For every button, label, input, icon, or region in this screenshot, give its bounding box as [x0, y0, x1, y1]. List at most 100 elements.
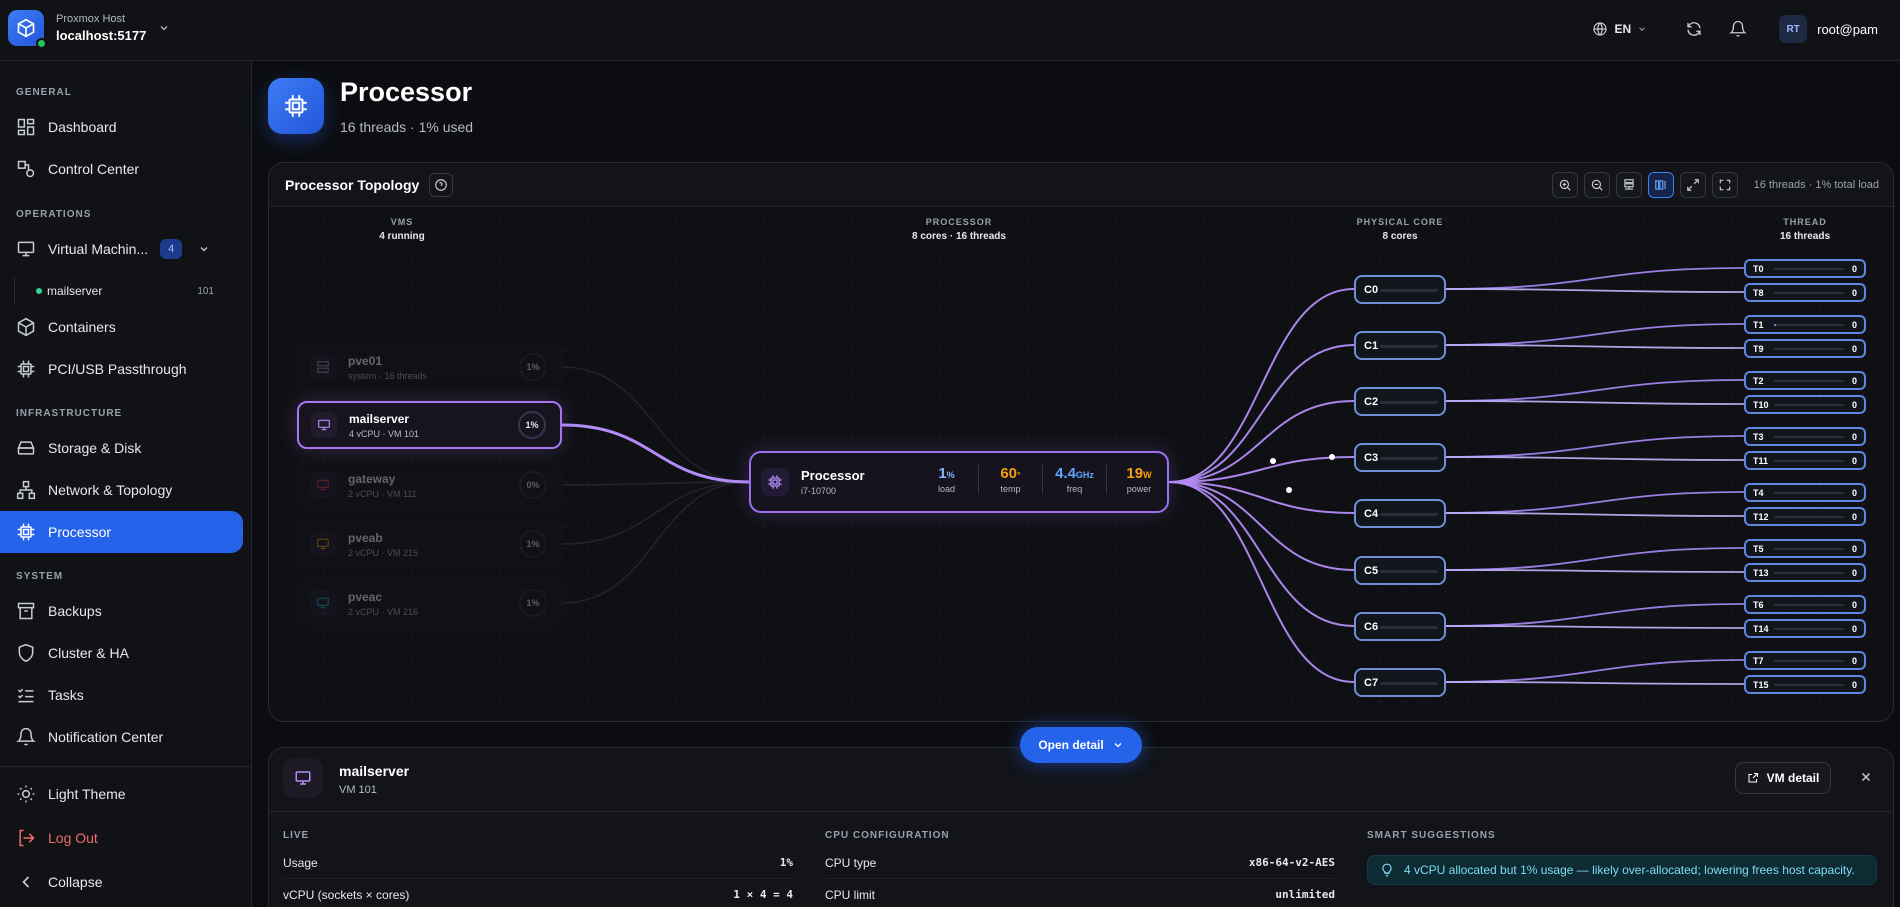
sidebar-item-cluster[interactable]: Cluster & HA — [0, 632, 244, 674]
sidebar-item-dashboard[interactable]: Dashboard — [0, 106, 244, 148]
core-node-c1[interactable]: C1 — [1354, 331, 1446, 360]
sidebar-item-processor[interactable]: Processor — [0, 511, 243, 553]
core-load-bar — [1380, 513, 1438, 516]
vm-detail-button[interactable]: VM detail — [1735, 762, 1831, 794]
sidebar-item-storage[interactable]: Storage & Disk — [0, 427, 244, 469]
thread-node-t6[interactable]: T6 0 — [1744, 595, 1866, 614]
core-label: C5 — [1364, 564, 1379, 577]
column-subtitle: 8 cores · 16 threads — [912, 231, 1006, 242]
subitem-label: mailserver — [47, 284, 103, 298]
close-icon — [1861, 772, 1871, 782]
core-node-c2[interactable]: C2 — [1354, 387, 1446, 416]
core-node-c3[interactable]: C3 — [1354, 443, 1446, 472]
close-detail-button[interactable] — [1859, 770, 1873, 787]
sidebar-item-control-center[interactable]: Control Center — [0, 148, 244, 190]
section-system: SYSTEM — [16, 571, 64, 582]
core-node-c4[interactable]: C4 — [1354, 499, 1446, 528]
sidebar-item-label: PCI/USB Passthrough — [48, 361, 187, 377]
core-node-c6[interactable]: C6 — [1354, 612, 1446, 641]
vm-subtitle: 2 vCPU · VM 216 — [348, 606, 419, 617]
zoom-out-button[interactable] — [1583, 172, 1610, 198]
suggestions-heading: SMART SUGGESTIONS — [1367, 830, 1496, 841]
vm-usage: 0% — [519, 471, 547, 499]
thread-node-t8[interactable]: T8 0 — [1744, 283, 1866, 302]
sidebar-item-network[interactable]: Network & Topology — [0, 469, 244, 511]
zoom-in-icon — [1559, 179, 1571, 191]
row-value: 1 × 4 = 4 — [733, 888, 793, 901]
core-node-c0[interactable]: C0 — [1354, 275, 1446, 304]
sidebar-item-virtual-machines[interactable]: Virtual Machin... 4 — [0, 228, 244, 270]
globe-icon — [1593, 22, 1608, 36]
server-icon — [310, 354, 336, 380]
sidebar-item-label: Virtual Machin... — [48, 241, 149, 257]
thread-node-t0[interactable]: T0 0 — [1744, 259, 1866, 278]
vm-usage: 1% — [519, 353, 547, 381]
core-node-c5[interactable]: C5 — [1354, 556, 1446, 585]
vm-node-pveac[interactable]: pveac 2 vCPU · VM 216 1% — [297, 579, 562, 627]
thread-load-bar — [1774, 492, 1844, 494]
thread-node-t5[interactable]: T5 0 — [1744, 539, 1866, 558]
section-general: GENERAL — [16, 87, 72, 98]
row-label: Usage — [283, 855, 318, 870]
open-detail-label: Open detail — [1038, 738, 1104, 752]
sidebar-item-label: Dashboard — [48, 119, 117, 135]
thread-node-t13[interactable]: T13 0 — [1744, 563, 1866, 582]
thread-label: T4 — [1753, 487, 1764, 498]
user-menu[interactable]: RT root@pam — [1779, 15, 1878, 43]
sidebar-item-notifications[interactable]: Notification Center — [0, 716, 244, 758]
vm-node-pveab[interactable]: pveab 2 vCPU · VM 215 1% — [297, 520, 562, 568]
sidebar-subitem-mailserver[interactable]: mailserver 101 — [14, 278, 214, 304]
vm-link — [561, 481, 750, 545]
layout-columns-icon — [1654, 180, 1666, 190]
flow-particle — [1329, 454, 1335, 460]
sidebar-item-pci-usb[interactable]: PCI/USB Passthrough — [0, 348, 244, 390]
sidebar-item-tasks[interactable]: Tasks — [0, 674, 244, 716]
monitor-icon — [310, 531, 336, 557]
thread-link — [1445, 400, 1745, 405]
help-circle-icon — [435, 178, 448, 191]
core-load-bar — [1380, 682, 1438, 685]
notifications-button[interactable] — [1729, 20, 1748, 38]
online-status-dot — [36, 38, 47, 49]
vertical-layout-button[interactable] — [1615, 172, 1642, 198]
thread-node-t15[interactable]: T15 0 — [1744, 675, 1866, 694]
refresh-button[interactable] — [1685, 20, 1703, 38]
theme-toggle[interactable]: Light Theme — [0, 773, 244, 815]
horizontal-layout-button[interactable] — [1647, 172, 1674, 198]
open-detail-button[interactable]: Open detail — [1020, 727, 1142, 763]
host-switcher[interactable]: Proxmox Host localhost:5177 — [8, 10, 170, 49]
thread-node-t10[interactable]: T10 0 — [1744, 395, 1866, 414]
thread-node-t1[interactable]: T1 0 — [1744, 315, 1866, 334]
column-header-core: PHYSICAL CORE 8 cores — [1300, 217, 1500, 242]
vm-node-gateway[interactable]: gateway 2 vCPU · VM 111 0% — [297, 461, 562, 509]
thread-node-t2[interactable]: T2 0 — [1744, 371, 1866, 390]
vm-name: pveac — [348, 589, 383, 604]
suggestion-text: 4 vCPU allocated but 1% usage — likely o… — [1404, 863, 1855, 877]
thread-node-t3[interactable]: T3 0 — [1744, 427, 1866, 446]
fullscreen-button[interactable] — [1711, 172, 1738, 198]
topology-canvas[interactable]: VMS 4 running PROCESSOR 8 cores · 16 threa… — [269, 207, 1893, 721]
thread-load-bar — [1774, 380, 1844, 382]
collapse-button[interactable]: Collapse — [0, 861, 244, 903]
thread-node-t12[interactable]: T12 0 — [1744, 507, 1866, 526]
vm-node-pve01[interactable]: pve01 system · 16 threads 1% — [297, 343, 562, 391]
monitor-icon — [310, 590, 336, 616]
language-select[interactable]: EN — [1592, 21, 1647, 37]
sidebar-item-backups[interactable]: Backups — [0, 590, 244, 632]
section-infrastructure: INFRASTRUCTURE — [16, 408, 123, 419]
help-button[interactable] — [429, 172, 454, 197]
thread-node-t7[interactable]: T7 0 — [1744, 651, 1866, 670]
fit-view-button[interactable] — [1679, 172, 1706, 198]
thread-node-t9[interactable]: T9 0 — [1744, 339, 1866, 358]
zoom-in-button[interactable] — [1551, 172, 1578, 198]
vm-node-mailserver[interactable]: mailserver 4 vCPU · VM 101 1% — [297, 401, 562, 449]
core-node-c7[interactable]: C7 — [1354, 668, 1446, 697]
core-label: C4 — [1364, 507, 1379, 520]
thread-node-t11[interactable]: T11 0 — [1744, 451, 1866, 470]
thread-node-t4[interactable]: T4 0 — [1744, 483, 1866, 502]
processor-node[interactable]: Processor i7-10700 1% load 60° temp 4.4GHz f… — [749, 451, 1169, 513]
core-load-bar — [1380, 626, 1438, 629]
sidebar-item-containers[interactable]: Containers — [0, 306, 244, 348]
thread-node-t14[interactable]: T14 0 — [1744, 619, 1866, 638]
logout-button[interactable]: Log Out — [0, 817, 244, 859]
